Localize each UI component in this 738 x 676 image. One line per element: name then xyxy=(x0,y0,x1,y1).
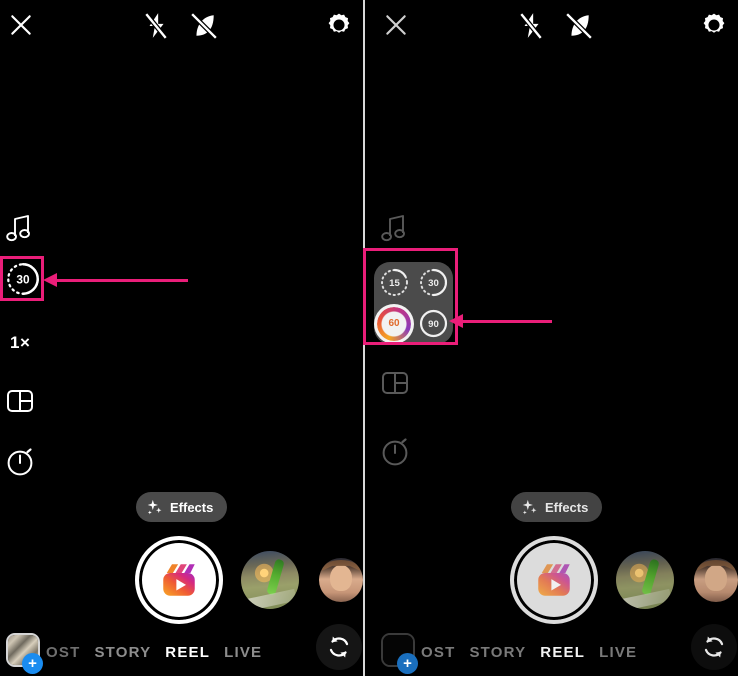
comparison-screenshot: 30 1× Effects + OST STORY REEL LIVE Effe… xyxy=(0,0,738,676)
stopwatch-icon xyxy=(7,448,33,476)
tab-post[interactable]: OST xyxy=(46,644,80,661)
sidebar-item-timer[interactable] xyxy=(381,428,423,474)
sparkles-icon xyxy=(522,499,537,514)
effects-label: Effects xyxy=(170,499,214,515)
zoom-level-text: 1× xyxy=(10,333,31,352)
add-to-gallery-badge[interactable]: + xyxy=(397,653,418,674)
leaf-off-icon[interactable] xyxy=(190,12,218,40)
record-button[interactable] xyxy=(135,536,223,624)
mode-tabs: OST STORY REEL LIVE xyxy=(419,640,669,664)
sidebar-item-layout[interactable] xyxy=(381,360,423,406)
annotation-arrow-left xyxy=(43,273,188,287)
music-note-icon xyxy=(381,215,405,242)
top-bar-right xyxy=(375,8,738,48)
gear-icon[interactable] xyxy=(326,12,352,38)
sidebar-item-audio[interactable] xyxy=(6,205,48,251)
flash-off-icon[interactable] xyxy=(518,12,544,40)
left-panel: 30 1× Effects + OST STORY REEL LIVE xyxy=(0,0,363,676)
effect-thumbnail-1[interactable] xyxy=(616,551,674,609)
tab-reel[interactable]: REEL xyxy=(540,644,585,661)
music-note-icon xyxy=(6,215,30,242)
camera-flip-button[interactable] xyxy=(691,624,737,670)
duration-option-label: 60 xyxy=(388,318,400,329)
top-bar xyxy=(0,8,363,48)
effect-thumbnail-2[interactable] xyxy=(319,558,363,602)
reels-clapper-icon xyxy=(538,564,570,596)
sidebar-item-layout[interactable] xyxy=(6,378,48,424)
add-to-gallery-badge[interactable]: + xyxy=(22,653,43,674)
annotation-highlight-right xyxy=(363,248,458,345)
mode-tabs: OST STORY REEL LIVE xyxy=(44,640,294,664)
sparkles-icon xyxy=(147,499,162,514)
tab-reel[interactable]: REEL xyxy=(165,644,210,661)
camera-tools-rail-lower: 1× xyxy=(6,320,56,492)
effects-button[interactable]: Effects xyxy=(136,492,228,522)
layout-grid-icon xyxy=(382,372,408,394)
sidebar-item-audio[interactable] xyxy=(381,205,423,251)
sidebar-item-zoom[interactable]: 1× xyxy=(6,320,48,366)
annotation-highlight-left xyxy=(0,256,44,301)
leaf-off-icon[interactable] xyxy=(565,12,593,40)
layout-grid-icon xyxy=(7,390,33,412)
camera-tools-rail xyxy=(6,205,56,263)
reels-clapper-icon xyxy=(163,564,195,596)
camera-flip-button[interactable] xyxy=(316,624,362,670)
effect-thumbnail-1[interactable] xyxy=(241,551,299,609)
tab-live[interactable]: LIVE xyxy=(599,644,637,661)
record-button[interactable] xyxy=(510,536,598,624)
close-x-icon[interactable] xyxy=(383,12,409,38)
close-x-icon[interactable] xyxy=(8,12,34,38)
camera-flip-icon xyxy=(704,636,724,658)
tab-story[interactable]: STORY xyxy=(469,644,526,661)
tab-post[interactable]: OST xyxy=(421,644,455,661)
sidebar-item-timer[interactable] xyxy=(6,438,48,484)
camera-flip-icon xyxy=(329,636,349,658)
tab-story[interactable]: STORY xyxy=(94,644,151,661)
effects-button[interactable]: Effects xyxy=(511,492,603,522)
gear-icon[interactable] xyxy=(701,12,727,38)
effects-label: Effects xyxy=(545,499,589,515)
tab-live[interactable]: LIVE xyxy=(224,644,262,661)
stopwatch-icon xyxy=(382,438,408,466)
camera-tools-rail-lower-right xyxy=(381,360,431,482)
annotation-arrow-right xyxy=(449,314,552,328)
effect-thumbnail-2[interactable] xyxy=(694,558,738,602)
flash-off-icon[interactable] xyxy=(143,12,169,40)
